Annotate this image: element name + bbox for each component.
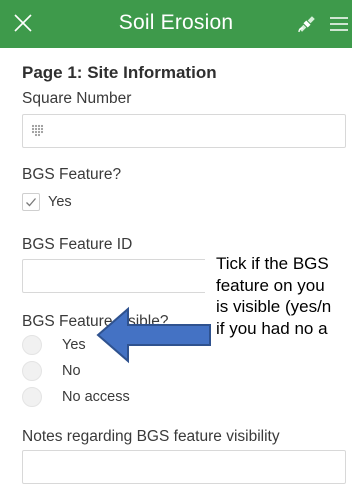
square-number-label: Square Number xyxy=(22,90,132,107)
page-title: Page 1: Site Information xyxy=(22,63,217,82)
bgs-feature-id-label: BGS Feature ID xyxy=(22,236,133,253)
annotation-line: Tick if the BGS xyxy=(216,254,329,273)
annotation-callout: Tick if the BGS feature on you is visible … xyxy=(205,247,352,351)
satellite-icon[interactable] xyxy=(295,12,319,36)
hamburger-menu-icon[interactable] xyxy=(328,14,350,34)
keypad-icon xyxy=(31,124,45,138)
notes-input[interactable] xyxy=(22,450,346,484)
annotation-line: is visible (yes/n xyxy=(216,297,332,316)
radio-button[interactable] xyxy=(22,361,42,381)
app-header: Soil Erosion xyxy=(0,0,352,48)
radio-label-no-access: No access xyxy=(62,389,130,405)
bgs-feature-checkbox[interactable] xyxy=(22,193,40,211)
bgs-feature-yes-option[interactable]: Yes xyxy=(22,193,72,211)
notes-label: Notes regarding BGS feature visibility xyxy=(22,428,280,445)
radio-button[interactable] xyxy=(22,335,42,355)
annotation-line: feature on you xyxy=(216,275,325,295)
left-arrow-icon xyxy=(96,306,211,364)
radio-label-yes: Yes xyxy=(62,337,86,353)
bgs-visible-option-no-access[interactable]: No access xyxy=(22,387,130,407)
radio-label-no: No xyxy=(62,363,81,379)
bgs-feature-yes-label: Yes xyxy=(48,194,72,210)
square-number-field[interactable] xyxy=(22,114,346,148)
annotation-text: Tick if the BGS feature on you is visible … xyxy=(216,253,352,339)
checkmark-icon xyxy=(26,198,36,207)
annotation-line: if you had no a xyxy=(216,318,328,338)
radio-button[interactable] xyxy=(22,387,42,407)
bgs-feature-label: BGS Feature? xyxy=(22,166,122,183)
bgs-visible-option-no[interactable]: No xyxy=(22,361,81,381)
bgs-visible-option-yes[interactable]: Yes xyxy=(22,335,86,355)
